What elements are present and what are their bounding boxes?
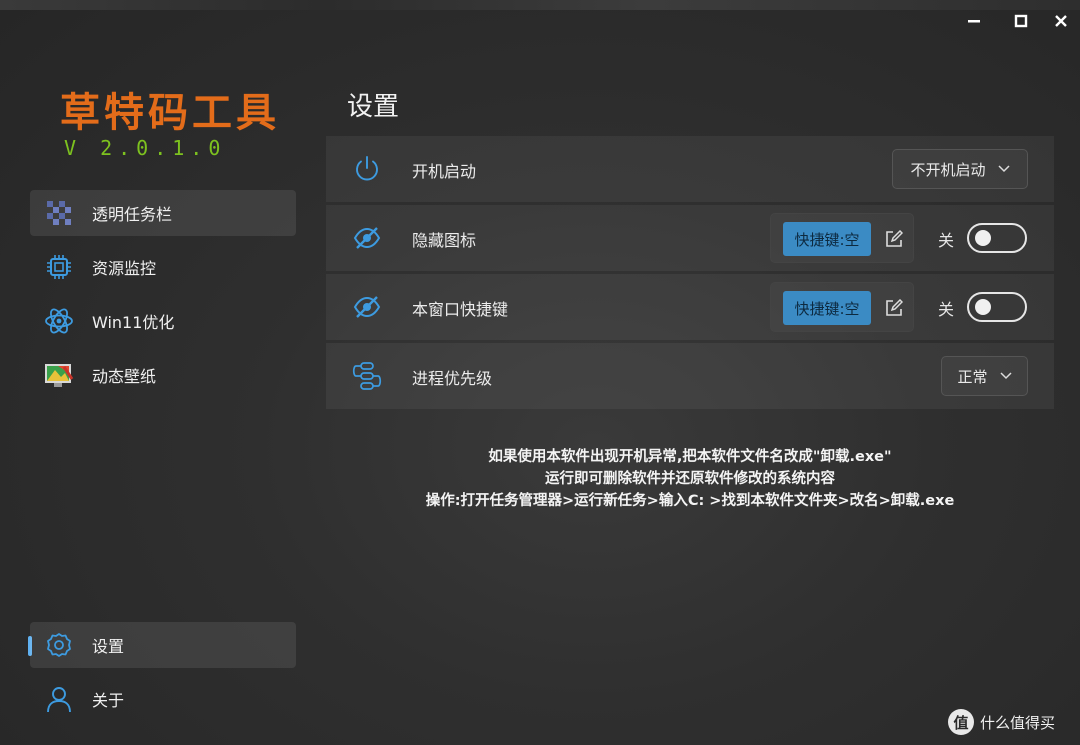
eye-off-icon [350,222,384,254]
startup-dropdown[interactable]: 不开机启动 [892,149,1028,189]
chevron-down-icon [999,369,1012,384]
sidebar-item-about[interactable]: 关于 [30,676,296,722]
sidebar-item-label: 关于 [92,691,125,710]
setting-label: 进程优先级 [412,369,493,388]
eye-off-icon [350,291,384,323]
maximize-button[interactable] [1009,10,1033,32]
hotkey-group: 快捷键:空 [770,213,914,263]
sidebar-item-settings[interactable]: 设置 [30,622,296,668]
setting-process-priority: 进程优先级 正常 [326,343,1054,409]
maximize-icon [1014,14,1028,28]
gear-icon [44,630,74,660]
close-icon [1055,15,1067,27]
close-button[interactable] [1049,10,1073,32]
sidebar-item-label: Win11优化 [92,313,175,332]
checker-icon [44,198,74,228]
sidebar-item-label: 资源监控 [92,259,157,278]
app-version: V 2.0.1.0 [64,136,227,160]
sidebar-item-label: 设置 [92,637,125,656]
setting-label: 开机启动 [412,162,477,181]
window-hotkey-toggle[interactable] [967,292,1027,322]
dropdown-value: 不开机启动 [910,160,986,179]
notice-line: 如果使用本软件出现开机异常,把本软件文件名改成"卸载.exe" [488,449,892,465]
watermark-text: 什么值得买 [980,713,1056,732]
hotkey-button[interactable]: 快捷键:空 [783,222,871,256]
desktop-strip [0,0,1080,10]
toggle-state-label: 关 [938,300,955,319]
sidebar-item-resource-monitor[interactable]: 资源监控 [30,244,296,290]
notice-line: 操作:打开任务管理器>运行新任务>输入C: >找到本软件文件夹>改名>卸载.ex… [425,493,955,509]
uninstall-notice: 如果使用本软件出现开机异常,把本软件文件名改成"卸载.exe" 运行即可删除软件… [326,446,1054,512]
page-title: 设置 [347,92,400,122]
setting-window-hotkey: 本窗口快捷键 快捷键:空 关 [326,274,1054,340]
chip-icon [44,252,74,282]
hide-icon-toggle[interactable] [967,223,1027,253]
power-icon [350,153,384,185]
process-icon [350,360,384,392]
setting-label: 隐藏图标 [412,231,477,250]
watermark: 值 什么值得买 [948,708,1055,736]
hotkey-group: 快捷键:空 [770,282,914,332]
sidebar-item-win11-optimize[interactable]: Win11优化 [30,298,296,344]
setting-label: 本窗口快捷键 [412,300,509,319]
sidebar-item-label: 动态壁纸 [92,367,157,386]
minimize-button[interactable] [962,10,986,32]
setting-startup: 开机启动 不开机启动 [326,136,1054,202]
wallpaper-icon [44,360,74,390]
sidebar-item-label: 透明任务栏 [92,205,173,224]
app-title: 草特码工具 [60,89,280,136]
dropdown-value: 正常 [957,367,988,386]
watermark-logo-icon: 值 [948,709,974,735]
atom-icon [44,306,74,336]
hotkey-button[interactable]: 快捷键:空 [783,291,871,325]
minimize-icon [968,20,980,23]
edit-icon[interactable] [883,297,905,319]
sidebar-item-dynamic-wallpaper[interactable]: 动态壁纸 [30,352,296,398]
notice-line: 运行即可删除软件并还原软件修改的系统内容 [545,471,835,487]
chevron-down-icon [997,162,1010,177]
toggle-knob [975,299,991,315]
toggle-knob [975,230,991,246]
setting-hide-icon: 隐藏图标 快捷键:空 关 [326,205,1054,271]
sidebar-item-transparent-taskbar[interactable]: 透明任务栏 [30,190,296,236]
user-icon [44,684,74,714]
edit-icon[interactable] [883,228,905,250]
priority-dropdown[interactable]: 正常 [941,356,1028,396]
toggle-state-label: 关 [938,231,955,250]
